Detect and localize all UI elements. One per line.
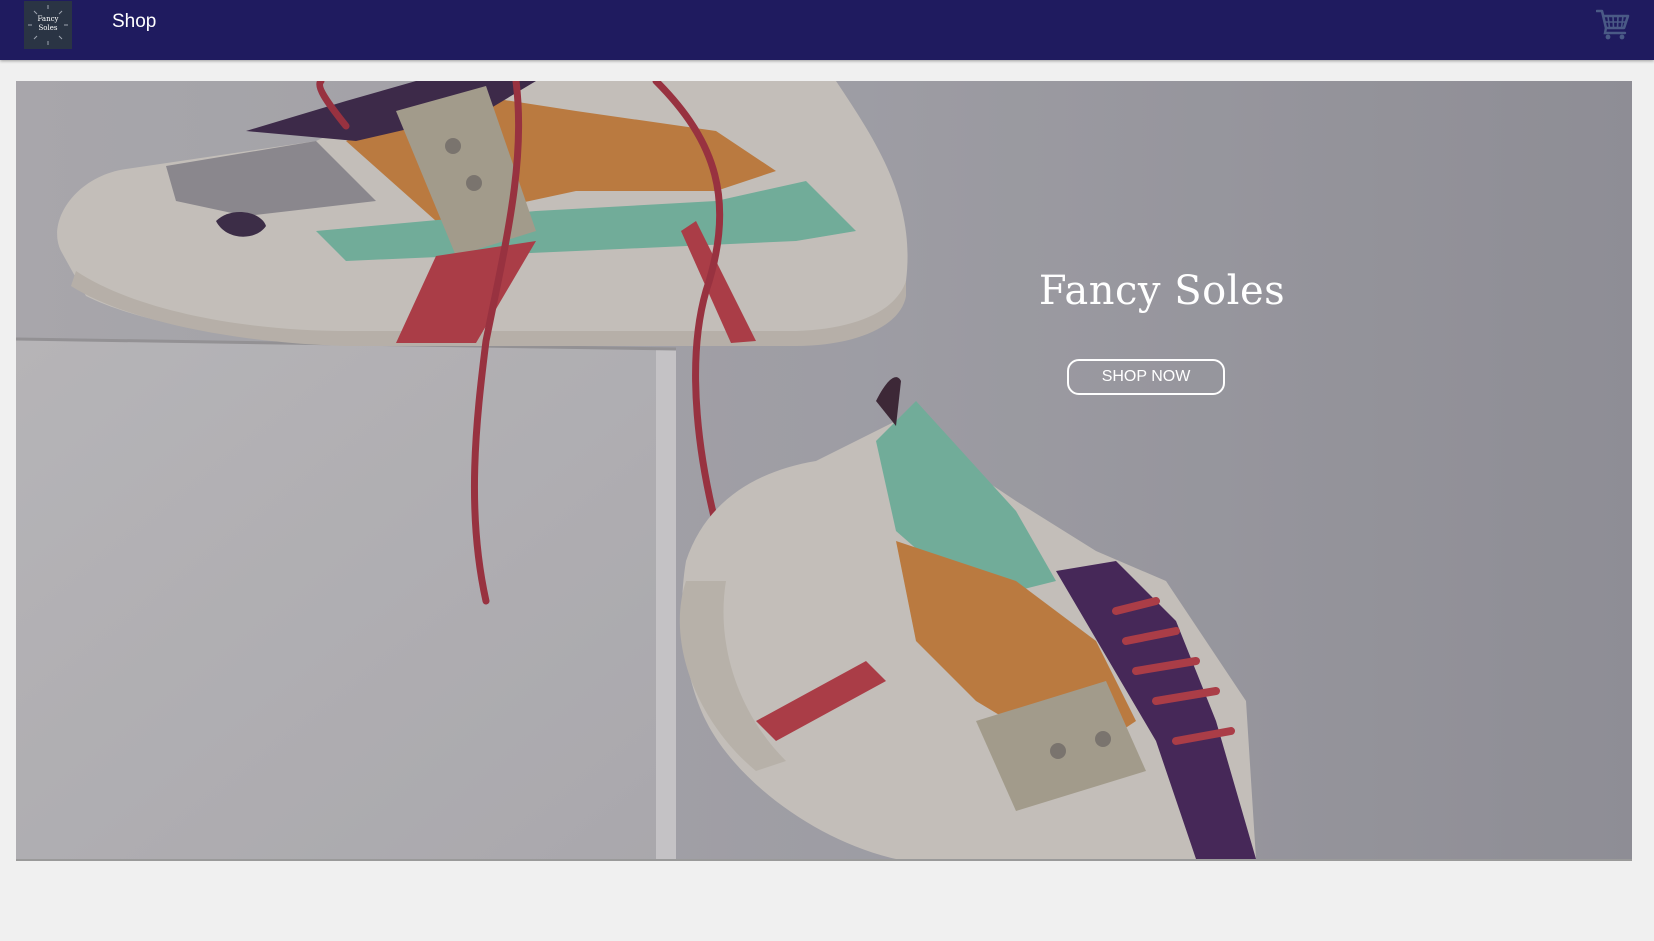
shop-now-button[interactable]: SHOP NOW xyxy=(1067,359,1225,395)
brand-logo[interactable]: Fancy Soles xyxy=(24,1,72,49)
hero-title: Fancy Soles xyxy=(1038,268,1286,314)
nav-link-shop[interactable]: Shop xyxy=(112,10,156,34)
hero-dim-overlay xyxy=(16,81,1632,859)
logo-line-1: Fancy xyxy=(37,15,59,23)
logo-text: Fancy Soles xyxy=(24,15,72,33)
hero-banner: Fancy Soles SHOP NOW xyxy=(16,81,1632,861)
logo-line-2: Soles xyxy=(38,24,58,32)
top-navbar: Fancy Soles Shop xyxy=(0,0,1654,60)
shopping-cart-icon[interactable] xyxy=(1595,8,1630,40)
